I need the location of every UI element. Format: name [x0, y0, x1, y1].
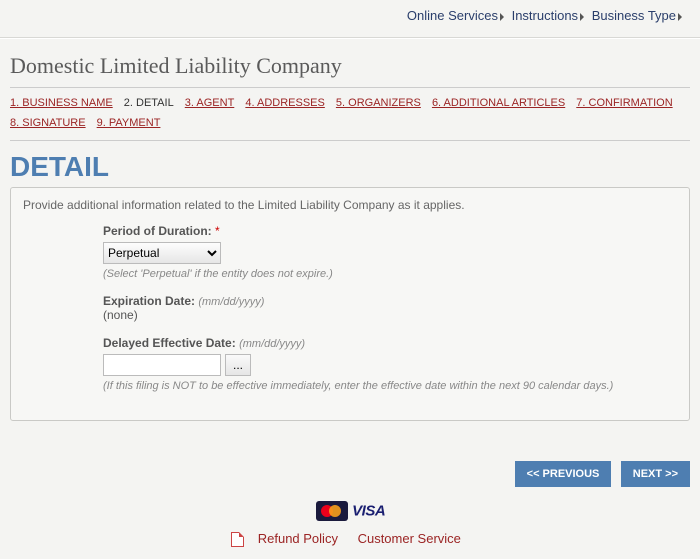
section-heading: DETAIL	[10, 151, 690, 183]
detail-panel: Provide additional information related t…	[10, 187, 690, 421]
required-mark: *	[215, 224, 220, 238]
top-nav: Online Services Instructions Business Ty…	[0, 0, 700, 29]
expiration-value: (none)	[103, 308, 138, 322]
effective-label: Delayed Effective Date:	[103, 336, 236, 350]
refund-policy-link[interactable]: Refund Policy	[258, 531, 338, 546]
chevron-right-icon	[580, 13, 584, 21]
effective-hint: (mm/dd/yyyy)	[239, 338, 305, 350]
divider	[0, 37, 700, 39]
next-button[interactable]: NEXT >>	[621, 461, 690, 487]
expiration-label: Expiration Date:	[103, 294, 195, 308]
step-link[interactable]: 5. ORGANIZERS	[336, 94, 421, 114]
duration-note: (Select 'Perpetual' if the entity does n…	[103, 268, 677, 280]
date-picker-button[interactable]: ...	[225, 354, 251, 376]
duration-label: Period of Duration:	[103, 224, 212, 238]
intro-text: Provide additional information related t…	[23, 198, 677, 212]
footer-links: Refund Policy Customer Service	[10, 531, 690, 547]
customer-service-link[interactable]: Customer Service	[358, 531, 461, 546]
expiration-field: Expiration Date: (mm/dd/yyyy) (none)	[103, 294, 677, 322]
step-link[interactable]: 4. ADDRESSES	[245, 94, 324, 114]
nav-instructions[interactable]: Instructions	[512, 8, 578, 23]
step-link[interactable]: 9. PAYMENT	[97, 114, 161, 134]
nav-online-services[interactable]: Online Services	[407, 8, 498, 23]
step-link[interactable]: 7. CONFIRMATION	[576, 94, 672, 114]
chevron-right-icon	[678, 13, 682, 21]
pdf-icon	[231, 532, 244, 547]
step-current: 2. DETAIL	[124, 94, 174, 114]
effective-date-input[interactable]	[103, 354, 221, 376]
previous-button[interactable]: << PREVIOUS	[515, 461, 612, 487]
effective-field: Delayed Effective Date: (mm/dd/yyyy) ...…	[103, 336, 677, 392]
duration-select[interactable]: Perpetual	[103, 242, 221, 264]
step-link[interactable]: 6. ADDITIONAL ARTICLES	[432, 94, 565, 114]
duration-field: Period of Duration: * Perpetual (Select …	[103, 224, 677, 280]
step-link[interactable]: 3. AGENT	[185, 94, 235, 114]
payment-cards: VISA	[10, 501, 690, 521]
mastercard-icon	[316, 501, 348, 521]
effective-note: (If this filing is NOT to be effective i…	[103, 380, 677, 392]
page-title: Domestic Limited Liability Company	[10, 53, 690, 79]
step-link[interactable]: 8. SIGNATURE	[10, 114, 86, 134]
nav-business-type[interactable]: Business Type	[592, 8, 676, 23]
button-row: << PREVIOUS NEXT >>	[10, 461, 690, 487]
expiration-hint: (mm/dd/yyyy)	[198, 296, 264, 308]
visa-icon: VISA	[352, 502, 385, 519]
step-nav: 1. BUSINESS NAME 2. DETAIL 3. AGENT 4. A…	[10, 87, 690, 141]
step-link[interactable]: 1. BUSINESS NAME	[10, 94, 113, 114]
chevron-right-icon	[500, 13, 504, 21]
